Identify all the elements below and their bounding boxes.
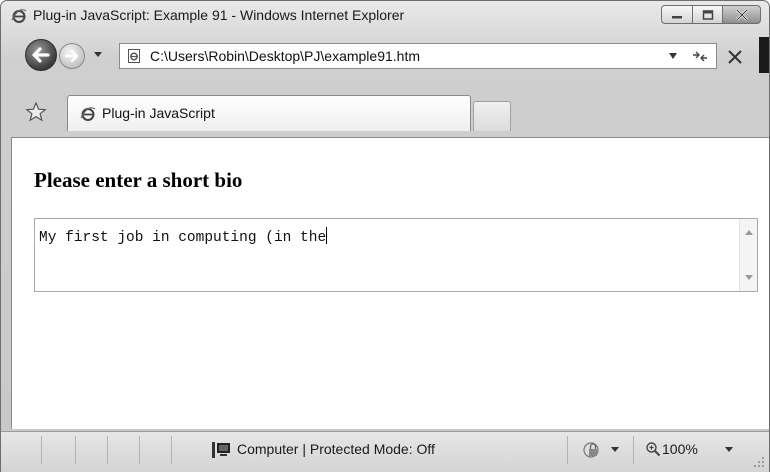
close-icon [735,8,748,21]
navigation-bar: C:\Users\Robin\Desktop\PJ\example91.htm [1,37,769,75]
forward-button[interactable] [59,43,85,69]
stop-icon[interactable] [725,47,745,67]
back-arrow-icon [32,47,50,63]
bio-textarea[interactable]: My first job in computing (in the [34,218,758,292]
textarea-scrollbar[interactable] [739,219,757,291]
maximize-icon [702,9,713,20]
bio-value: My first job in computing (in the [39,230,327,246]
browser-window: Plug-in JavaScript: Example 91 - Windows… [0,0,770,472]
address-text[interactable]: C:\Users\Robin\Desktop\PJ\example91.htm [150,48,420,64]
window-title: Plug-in JavaScript: Example 91 - Windows… [33,7,405,23]
bio-text-line[interactable]: My first job in computing (in the [39,227,328,246]
address-dropdown-icon[interactable] [668,52,678,60]
zoom-icon[interactable] [645,441,661,457]
ie-page-icon [80,107,96,121]
new-tab-button[interactable] [473,101,511,131]
caption-buttons [661,5,761,25]
minimize-icon [672,15,682,18]
zone-status[interactable]: Computer | Protected Mode: Off [237,441,435,457]
status-bar: Computer | Protected Mode: Off 100% [1,431,769,472]
text-caret [326,227,328,244]
status-divider [41,436,42,464]
forward-arrow-icon [64,49,79,63]
status-divider [107,436,108,464]
maximize-button[interactable] [693,5,723,24]
refresh-icon[interactable] [690,47,710,65]
scroll-down-icon[interactable] [745,275,753,281]
tab-label: Plug-in JavaScript [102,105,215,121]
scroll-up-icon[interactable] [745,229,753,235]
toolbar-edge [759,37,769,73]
page-content: Please enter a short bio My first job in… [11,137,769,429]
security-dropdown-icon[interactable] [611,447,619,453]
back-button[interactable] [25,39,57,71]
status-divider [139,436,140,464]
status-divider [171,436,172,464]
computer-icon [212,442,230,458]
status-divider [633,436,634,464]
page-heading: Please enter a short bio [34,168,243,192]
title-bar: Plug-in JavaScript: Example 91 - Windows… [1,1,769,31]
address-bar[interactable]: C:\Users\Robin\Desktop\PJ\example91.htm [119,43,717,69]
page-icon [128,49,140,63]
recent-pages-dropdown-icon[interactable] [93,49,103,59]
ie-icon [11,9,27,23]
resize-grip-icon[interactable] [753,456,765,468]
status-divider [75,436,76,464]
security-lock-icon[interactable] [581,441,603,459]
status-divider [567,436,568,464]
tab-plug-in-javascript[interactable]: Plug-in JavaScript [67,95,471,131]
minimize-button[interactable] [661,5,693,24]
close-window-button[interactable] [723,5,761,24]
favorites-star-icon[interactable] [25,101,47,123]
tab-bar: Plug-in JavaScript [1,93,769,135]
zoom-level[interactable]: 100% [662,441,698,457]
zoom-dropdown-icon[interactable] [725,447,733,453]
